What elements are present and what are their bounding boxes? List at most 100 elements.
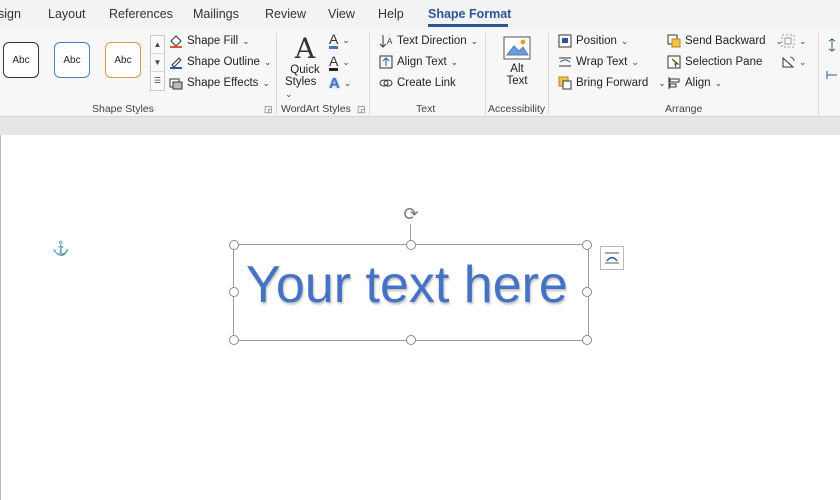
ribbon-tabs: sign Layout References Mailings Review V… (0, 0, 840, 30)
chevron-down-icon: ⌄ (470, 35, 479, 46)
chevron-down-icon: ⌄ (620, 35, 629, 46)
layout-options-icon[interactable] (600, 246, 624, 270)
svg-text:A: A (387, 37, 393, 46)
position-button[interactable]: Position ⌄ (558, 34, 628, 48)
text-effects-button[interactable]: A ⌄ (329, 75, 351, 92)
position-label: Position (576, 35, 617, 47)
group-objects-button[interactable]: ⌄ (781, 34, 807, 48)
align-objects-icon (667, 76, 681, 90)
bring-forward-icon (558, 76, 572, 90)
send-backward-icon (667, 34, 681, 48)
shape-fill-button[interactable]: Shape Fill ⌄ (169, 34, 250, 48)
group-divider (369, 33, 370, 115)
alt-text-label-1: Alt (510, 63, 524, 75)
chevron-down-icon: ⌄ (658, 77, 666, 88)
quick-styles-label-1: Quick (290, 64, 320, 76)
resize-handle-bottom-left[interactable] (229, 335, 239, 345)
wrap-text-label: Wrap Text (576, 56, 628, 68)
wordart-a-icon: A (294, 32, 316, 65)
chevron-down-icon: ⌄ (714, 77, 723, 88)
wordart-styles-group-label: WordArt Styles (281, 103, 351, 115)
link-icon (379, 76, 393, 90)
rotate-icon (781, 55, 795, 69)
paint-bucket-icon (169, 34, 183, 48)
shape-style-thumb-2[interactable]: Abc (54, 42, 90, 78)
resize-handle-top-right[interactable] (582, 240, 592, 250)
shape-style-thumb-1[interactable]: Abc (3, 42, 39, 78)
shape-effects-button[interactable]: Shape Effects ⌄ (169, 76, 270, 90)
alt-text-button[interactable]: Alt Text (497, 36, 537, 87)
shape-fill-label: Shape Fill (187, 35, 239, 47)
size-height-icon[interactable] (826, 38, 838, 52)
chevron-down-icon: ⌄ (342, 57, 350, 67)
text-box[interactable]: Your text here (229, 240, 592, 345)
text-direction-button[interactable]: A Text Direction ⌄ (379, 34, 478, 48)
shape-styles-gallery-scroll[interactable]: ▲ ▼ ☰ (150, 35, 165, 91)
alt-text-label-2: Text (506, 75, 528, 87)
tab-design[interactable]: sign (0, 7, 21, 21)
text-direction-icon: A (379, 34, 393, 48)
group-objects-icon (781, 34, 795, 48)
shape-outline-label: Shape Outline (187, 56, 260, 68)
text-outline-icon: A (329, 53, 339, 71)
resize-handle-bottom[interactable] (406, 335, 416, 345)
tab-review[interactable]: Review (265, 7, 306, 21)
quick-styles-label-2: Styles (285, 76, 317, 88)
shape-effects-icon (169, 76, 183, 90)
chevron-down-icon: ⌄ (450, 56, 459, 67)
send-backward-button[interactable]: Send Backward ⌄ (667, 34, 783, 48)
tab-references[interactable]: References (109, 7, 173, 21)
text-outline-button[interactable]: A ⌄ (329, 54, 350, 71)
gallery-more-icon[interactable]: ☰ (151, 72, 164, 89)
dialog-launcher-icon[interactable]: ◲ (264, 104, 273, 115)
chevron-down-icon: ⌄ (285, 89, 293, 99)
create-link-label: Create Link (397, 77, 456, 89)
anchor-icon[interactable]: ⚓ (52, 240, 69, 257)
resize-handle-right[interactable] (582, 287, 592, 297)
chevron-down-icon: ⌄ (262, 77, 270, 88)
shape-effects-label: Shape Effects (187, 77, 259, 89)
arrange-group-label: Arrange (665, 103, 703, 115)
rotate-objects-button[interactable]: ⌄ (781, 55, 807, 69)
group-divider (485, 33, 486, 115)
tab-mailings[interactable]: Mailings (193, 7, 239, 21)
shape-outline-button[interactable]: Shape Outline ⌄ (169, 55, 271, 69)
align-button[interactable]: Align ⌄ (667, 76, 722, 90)
dialog-launcher-icon[interactable]: ◲ (357, 104, 366, 115)
resize-handle-top[interactable] (406, 240, 416, 250)
chevron-down-icon: ⌄ (631, 56, 639, 67)
chevron-down-icon: ⌄ (799, 35, 807, 46)
shape-style-thumb-3[interactable]: Abc (105, 42, 141, 78)
bring-forward-button[interactable]: Bring Forward ⌄ (558, 76, 666, 90)
tab-layout[interactable]: Layout (48, 7, 86, 21)
selection-pane-button[interactable]: Selection Pane (667, 55, 762, 69)
selection-pane-label: Selection Pane (685, 56, 763, 68)
resize-handle-bottom-right[interactable] (582, 335, 592, 345)
text-fill-button[interactable]: A ⌄ (329, 32, 350, 49)
pen-icon (169, 55, 183, 69)
tab-help[interactable]: Help (378, 7, 404, 21)
shape-styles-group-label: Shape Styles (92, 103, 154, 115)
text-group-label: Text (416, 103, 436, 115)
wrap-text-button[interactable]: Wrap Text ⌄ (558, 55, 639, 69)
align-text-label: Align Text (397, 56, 447, 68)
gallery-up-icon[interactable]: ▲ (151, 36, 164, 54)
bring-forward-label: Bring Forward (576, 77, 649, 89)
resize-handle-top-left[interactable] (229, 240, 239, 250)
resize-handle-left[interactable] (229, 287, 239, 297)
wrap-text-icon (558, 55, 572, 69)
create-link-button[interactable]: Create Link (379, 76, 456, 90)
align-text-button[interactable]: Align Text ⌄ (379, 55, 458, 69)
text-box-content[interactable]: Your text here (246, 255, 568, 315)
align-label: Align (685, 77, 711, 89)
rotation-handle-icon[interactable]: ⟳ (400, 204, 422, 226)
quick-styles-button[interactable]: A Quick Styles ⌄ (285, 34, 325, 100)
tab-shape-format[interactable]: Shape Format (428, 7, 511, 21)
group-divider (548, 33, 549, 115)
send-backward-label: Send Backward (685, 35, 766, 47)
tab-view[interactable]: View (328, 7, 355, 21)
gallery-down-icon[interactable]: ▼ (151, 54, 164, 72)
size-width-icon[interactable] (826, 68, 838, 82)
ruler-area (0, 117, 840, 135)
selection-pane-icon (667, 55, 681, 69)
